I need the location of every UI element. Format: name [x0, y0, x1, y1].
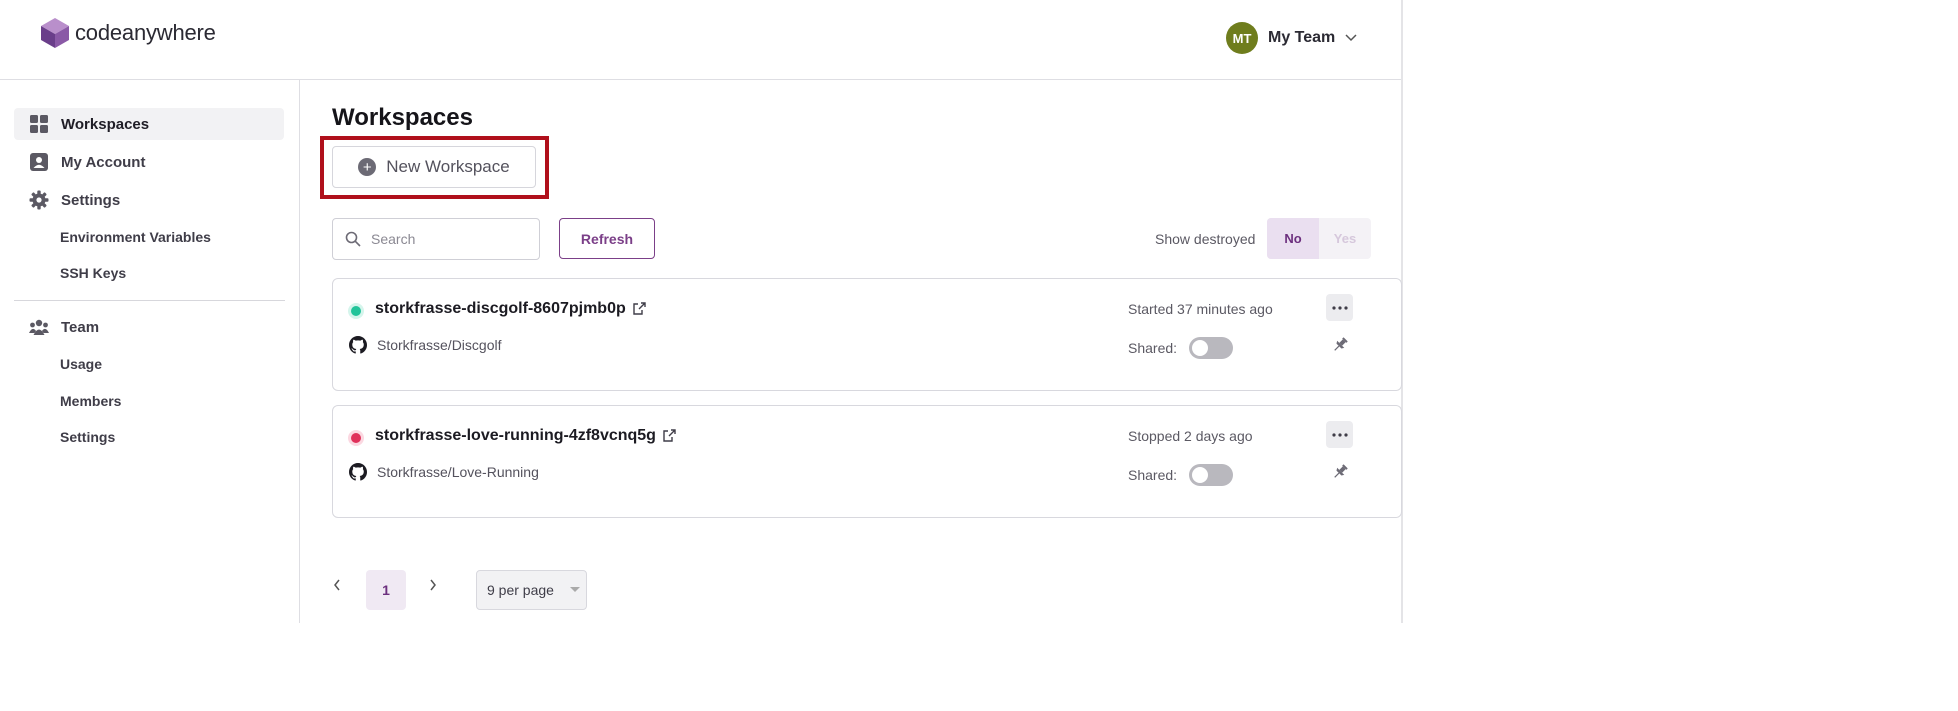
workspace-name: storkfrasse-discgolf-8607pjmb0p: [375, 300, 626, 317]
sidebar-item-usage[interactable]: Usage: [60, 356, 102, 372]
avatar: MT: [1226, 22, 1258, 54]
page-number-button[interactable]: 1: [366, 570, 406, 610]
toggle-knob: [1192, 467, 1209, 483]
logo-cube-icon: [41, 18, 69, 48]
logo[interactable]: codeanywhere: [39, 17, 216, 49]
team-icon: [29, 317, 49, 337]
sidebar-item-workspaces[interactable]: Workspaces: [14, 108, 284, 140]
sidebar-item-label: Workspaces: [61, 115, 150, 133]
search-input[interactable]: [369, 230, 523, 248]
chevron-left-icon: [334, 579, 340, 591]
show-destroyed-toggle: No Yes: [1267, 218, 1371, 259]
pin-icon[interactable]: [1329, 461, 1351, 483]
sidebar: Workspaces My Account Settings Environme…: [0, 80, 300, 623]
sidebar-item-team[interactable]: Team: [14, 311, 284, 343]
toggle-knob: [1192, 340, 1209, 356]
shared-toggle[interactable]: [1189, 337, 1234, 359]
workspace-name-link[interactable]: storkfrasse-love-running-4zf8vcnq5g: [375, 427, 676, 445]
repo-name: Storkfrasse/Love-Running: [377, 464, 539, 480]
app-window: codeanywhere MT My Team Workspaces My Ac…: [0, 0, 1403, 623]
shared-label: Shared:: [1128, 467, 1178, 483]
new-workspace-label: New Workspace: [386, 157, 510, 176]
main-content: Workspaces + New Workspace Refresh Show …: [300, 80, 1402, 623]
repo-link[interactable]: Storkfrasse/Love-Running: [349, 463, 539, 481]
sidebar-divider: [14, 300, 285, 301]
workspace-status: Stopped 2 days ago: [1128, 428, 1253, 444]
ellipsis-icon: [1331, 305, 1348, 310]
logo-text: codeanywhere: [75, 20, 216, 45]
team-switcher[interactable]: MT My Team: [1226, 22, 1357, 54]
search-icon: [345, 231, 361, 247]
shared-toggle[interactable]: [1189, 464, 1234, 486]
caret-down-icon: [569, 587, 580, 592]
show-destroyed-yes[interactable]: Yes: [1319, 218, 1371, 259]
workspace-status: Started 37 minutes ago: [1128, 301, 1273, 317]
repo-name: Storkfrasse/Discgolf: [377, 337, 502, 353]
github-icon: [349, 336, 367, 354]
sidebar-item-label: My Account: [61, 153, 146, 171]
previous-page-button[interactable]: [327, 575, 347, 595]
grid-icon: [29, 114, 49, 134]
sidebar-item-members[interactable]: Members: [60, 393, 121, 409]
top-bar: codeanywhere MT My Team: [0, 0, 1401, 80]
sidebar-item-team-settings[interactable]: Settings: [60, 429, 115, 445]
account-icon: [29, 152, 49, 172]
refresh-button[interactable]: Refresh: [559, 218, 655, 259]
external-link-icon: [633, 302, 646, 315]
chevron-right-icon: [430, 579, 436, 591]
workspace-card[interactable]: storkfrasse-discgolf-8607pjmb0p Storkfra…: [332, 278, 1402, 391]
next-page-button[interactable]: [423, 575, 443, 595]
chevron-down-icon: [1345, 34, 1357, 42]
page-title: Workspaces: [332, 104, 473, 131]
team-name: My Team: [1268, 29, 1336, 46]
status-dot-stopped: [351, 433, 361, 443]
workspace-name: storkfrasse-love-running-4zf8vcnq5g: [375, 427, 656, 444]
shared-control: Shared:: [1128, 337, 1234, 359]
plus-circle-icon: +: [358, 158, 377, 176]
sidebar-item-environment-variables[interactable]: Environment Variables: [60, 229, 211, 245]
per-page-select[interactable]: 9 per page: [476, 570, 587, 610]
new-workspace-button[interactable]: + New Workspace: [332, 146, 536, 188]
per-page-value: 9 per page: [487, 582, 554, 598]
sidebar-item-my-account[interactable]: My Account: [14, 146, 284, 178]
sidebar-item-settings[interactable]: Settings: [14, 184, 284, 216]
show-destroyed-no[interactable]: No: [1267, 218, 1319, 259]
sidebar-item-ssh-keys[interactable]: SSH Keys: [60, 265, 126, 281]
pin-icon[interactable]: [1329, 334, 1351, 356]
workspace-name-link[interactable]: storkfrasse-discgolf-8607pjmb0p: [375, 300, 646, 318]
sidebar-item-label: Settings: [61, 191, 121, 209]
shared-label: Shared:: [1128, 340, 1178, 356]
github-icon: [349, 463, 367, 481]
more-options-button[interactable]: [1326, 294, 1353, 321]
sidebar-item-label: Team: [61, 318, 100, 336]
repo-link[interactable]: Storkfrasse/Discgolf: [349, 336, 501, 354]
external-link-icon: [663, 429, 676, 442]
workspace-card[interactable]: storkfrasse-love-running-4zf8vcnq5g Stor…: [332, 405, 1402, 518]
shared-control: Shared:: [1128, 464, 1234, 486]
search-box[interactable]: [332, 218, 540, 260]
show-destroyed-label: Show destroyed: [1155, 231, 1256, 247]
ellipsis-icon: [1331, 432, 1348, 437]
more-options-button[interactable]: [1326, 421, 1353, 448]
status-dot-running: [351, 306, 361, 316]
gear-icon: [29, 190, 49, 210]
